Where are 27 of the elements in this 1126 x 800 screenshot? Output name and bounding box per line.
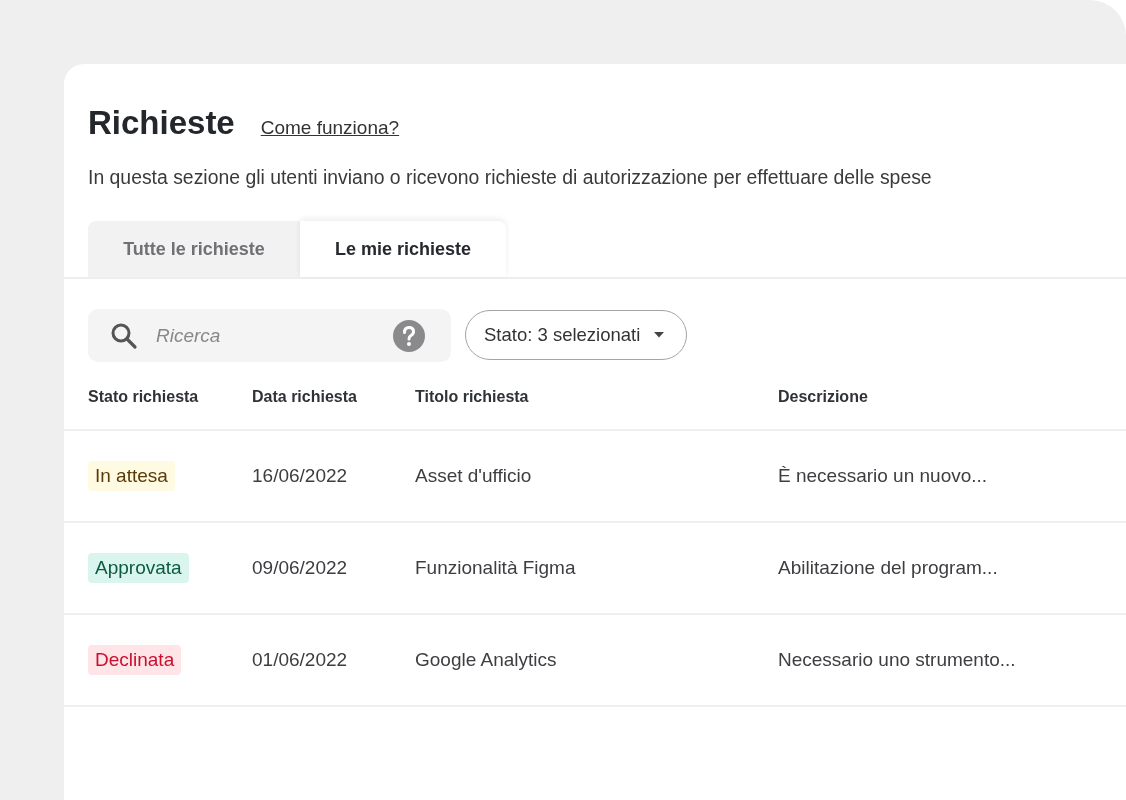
caret-icon (654, 332, 665, 338)
table-cell-text: 01/06/2022 (252, 649, 349, 671)
table-cell-text: 16/06/2022 (252, 465, 349, 487)
tab[interactable]: Tutte le richieste (88, 221, 300, 277)
tab[interactable]: Le mie richieste (300, 221, 506, 277)
column-header: Data richiesta (252, 388, 358, 406)
help-link[interactable]: Come funziona? (260, 117, 400, 139)
table-cell-text: È necessario un nuovo... (778, 465, 989, 487)
page-description: In questa sezione gli utenti inviano o ricevono richieste di autorizzazione per effettuare delle spese (88, 166, 933, 189)
status-filter-dropdown[interactable]: Stato: 3 selezionati (465, 310, 688, 360)
help-icon[interactable] (393, 319, 425, 352)
column-header: Stato richiesta (88, 388, 200, 406)
table-cell-text: Asset d'ufficio (415, 465, 533, 487)
search-icon (110, 321, 138, 350)
column-header: Titolo richiesta (415, 388, 530, 406)
page-title: Richieste (88, 104, 235, 142)
status-badge: In attesa (88, 461, 175, 491)
table-cell-text: Google Analytics (415, 649, 558, 671)
table-cell-text: Abilitazione del program... (778, 557, 999, 579)
table-cell-text: 09/06/2022 (252, 557, 349, 579)
search-field[interactable]: Ricerca (154, 323, 377, 348)
table-cell-text: Funzionalità Figma (415, 557, 577, 579)
search-bar[interactable]: Ricerca (88, 309, 451, 362)
status-badge: Approvata (88, 553, 189, 583)
status-badge: Declinata (88, 645, 182, 675)
table-cell-text: Necessario uno strumento... (778, 649, 1017, 671)
column-header: Descrizione (778, 388, 869, 406)
